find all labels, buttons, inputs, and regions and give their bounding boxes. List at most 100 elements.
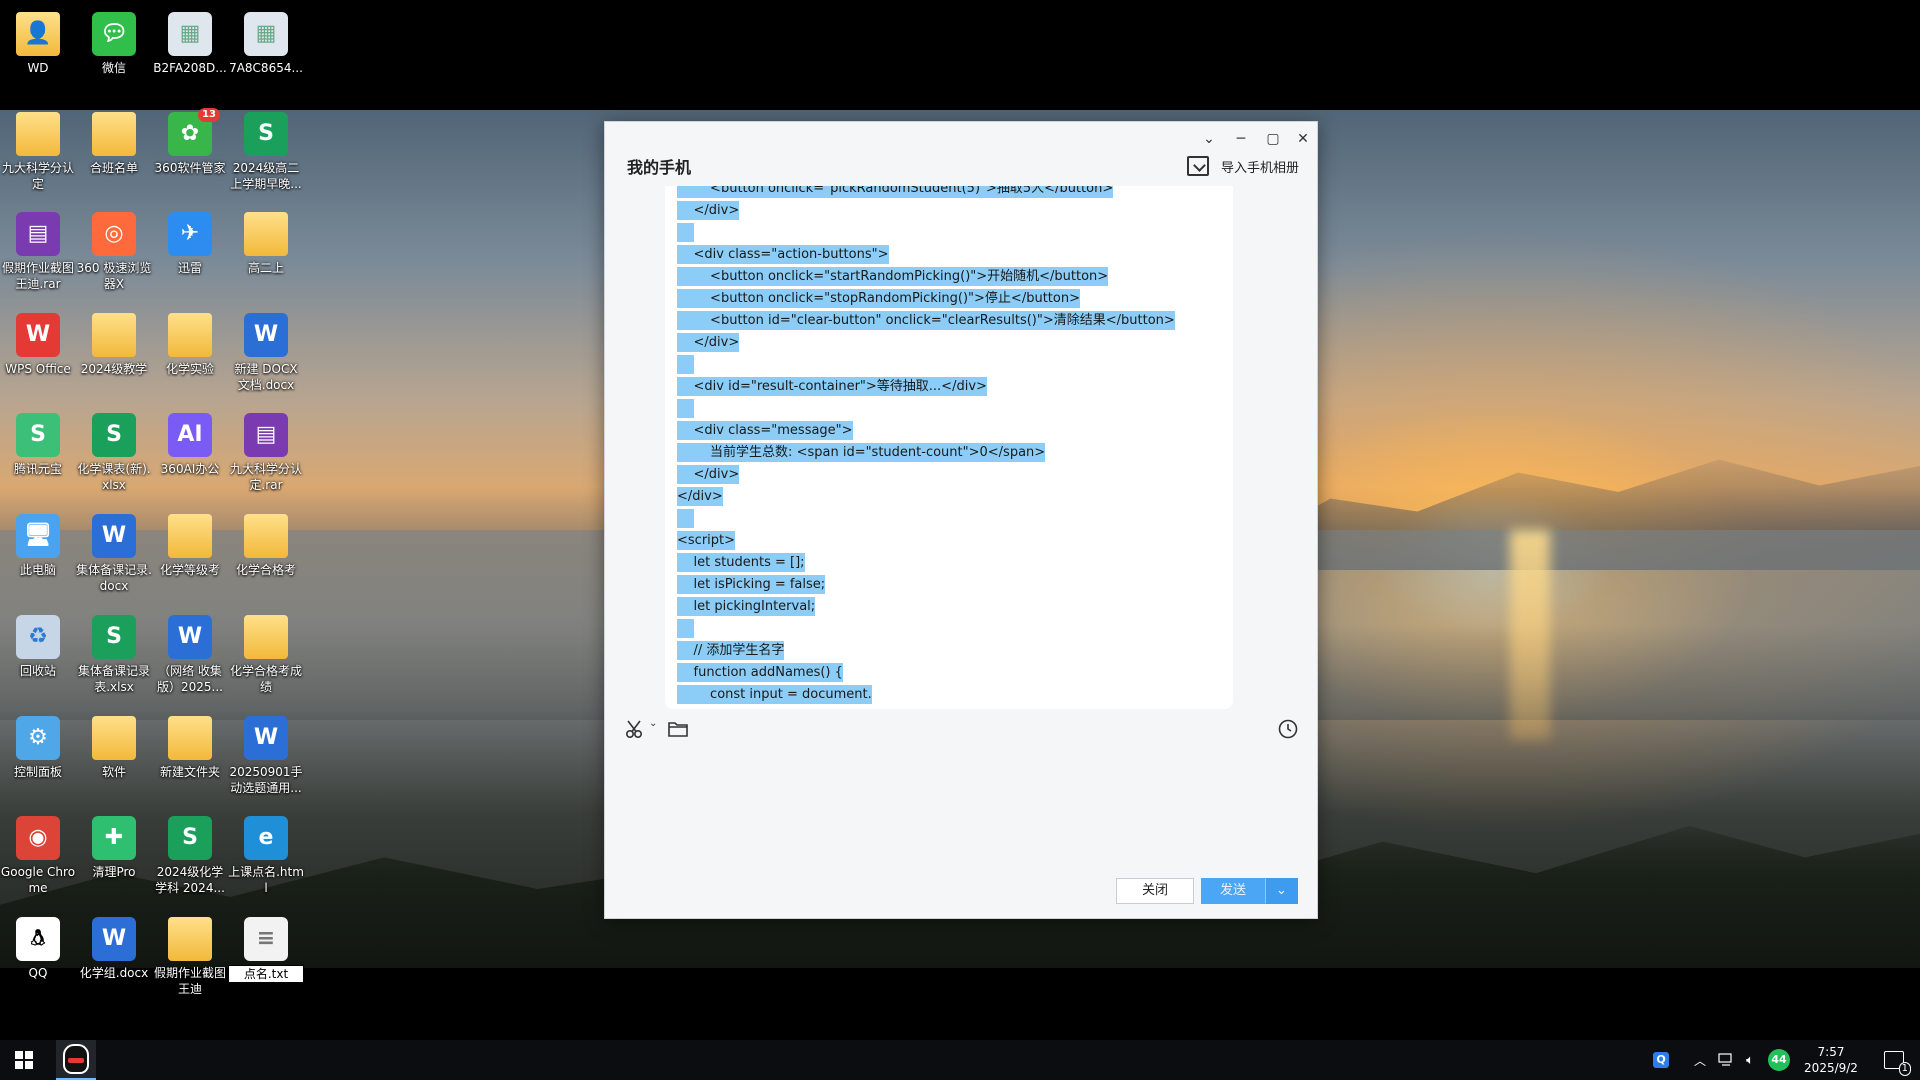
desktop-item-label: 2024级教学 [80, 362, 148, 376]
code-line: function addNames() { [677, 662, 1217, 684]
desktop-item[interactable]: 🖥︎ 此电脑 [0, 512, 76, 578]
tray-show-hidden-icon[interactable]: ︿ [1688, 1040, 1712, 1080]
desktop-item[interactable]: 假期作业截图王迪 [152, 915, 228, 997]
desktop-item[interactable]: ▦ 7A8C8654... [228, 10, 304, 76]
desktop-item[interactable]: W （网络 收集版）2025... [152, 613, 228, 695]
desktop-item[interactable]: W 化学组.docx [76, 915, 152, 981]
notification-center-icon[interactable]: 1 [1874, 1040, 1914, 1080]
code-line: let pickingInterval; [677, 596, 1217, 618]
selected-code-text [677, 619, 694, 638]
selected-code-text: let isPicking = false; [677, 575, 826, 594]
desktop-item-label: 上课点名.html [228, 865, 304, 895]
send-options-chevron-icon[interactable]: ⌄ [1265, 878, 1298, 904]
desktop-item[interactable]: ✿ 13 360软件管家 [152, 108, 228, 176]
desktop-item[interactable]: W 新建 DOCX 文档.docx [228, 311, 304, 393]
desktop-item[interactable]: S 2024级化学学科 2024... [152, 814, 228, 896]
chevron-down-icon[interactable]: ⌄ [1195, 128, 1223, 150]
folder-icon [168, 716, 212, 760]
desktop-item[interactable]: 高二上 [228, 210, 304, 276]
yuanbao-icon: S [16, 413, 60, 457]
desktop-item[interactable]: 九大科学分认定 [0, 110, 76, 192]
desktop-item[interactable]: W WPS Office [0, 311, 76, 377]
my-phone-dialog: ⌄ ─ ▢ ✕ 我的手机 导入手机相册 <button onclick="pic… [604, 121, 1318, 919]
start-button[interactable] [0, 1040, 48, 1080]
clock[interactable]: 7:57 2025/9/2 [1796, 1040, 1866, 1080]
dialog-titlebar[interactable]: ⌄ ─ ▢ ✕ 我的手机 导入手机相册 [605, 122, 1317, 186]
folder-icon[interactable] [667, 718, 689, 740]
maximize-icon[interactable]: ▢ [1259, 128, 1287, 150]
tray-qq-icon[interactable]: Q [1646, 1040, 1676, 1080]
selected-code-text: <div id="result-container">等待抽取...</div> [677, 377, 987, 396]
scissors-icon[interactable] [625, 718, 647, 740]
desktop-item-label: （网络 收集版）2025... [157, 664, 223, 694]
desktop-item[interactable]: 化学实验 [152, 311, 228, 377]
desktop-item[interactable]: S 化学课表(新).xlsx [76, 411, 152, 493]
desktop-item-label: 合班名单 [89, 161, 138, 175]
desktop-item[interactable]: ≡ 点名.txt [228, 915, 304, 983]
folder-icon [168, 917, 212, 961]
tray-app-badge-icon[interactable]: 44 [1764, 1040, 1794, 1080]
selected-code-text [677, 355, 694, 374]
selected-code-text: const input = document. [677, 685, 872, 704]
desktop-item[interactable]: W 集体备课记录.docx [76, 512, 152, 594]
desktop-item-label: 软件 [101, 765, 126, 779]
desktop-item[interactable]: ▦ B2FA208D... [152, 10, 228, 76]
input-toolbar: ⌄ [605, 710, 1317, 746]
desktop-item[interactable]: ⚙ 控制面板 [0, 714, 76, 780]
word-doc-icon: W [168, 615, 212, 659]
selected-code-text: </div> [677, 201, 740, 220]
desktop-item-label: 集体备课记录.docx [76, 563, 152, 593]
volume-icon[interactable]: 🔈︎ [1738, 1040, 1762, 1080]
word-doc-icon: W [244, 716, 288, 760]
desktop-item[interactable]: AI 360AI办公 [152, 411, 228, 477]
desktop-item[interactable]: 新建文件夹 [152, 714, 228, 780]
code-line [677, 618, 1217, 640]
desktop-item-label: QQ [28, 966, 48, 980]
spreadsheet-icon: S [92, 615, 136, 659]
desktop-item[interactable]: S 2024级高二上学期早晚... [228, 110, 304, 192]
send-button[interactable]: 发送 [1201, 878, 1265, 904]
screenshot-dropdown-chevron-icon[interactable]: ⌄ [649, 718, 657, 729]
desktop-item[interactable]: ♻ 回收站 [0, 613, 76, 679]
code-text[interactable]: <button onclick="pickRandomStudent(5)">抽… [677, 186, 1217, 706]
desktop-item-label: 集体备课记录表.xlsx [77, 664, 150, 694]
selected-code-text: 当前学生总数: <span id="student-count">0</span… [677, 443, 1046, 462]
desktop-item[interactable]: 🐧︎ QQ [0, 915, 76, 981]
rename-input[interactable]: 点名.txt [228, 965, 304, 983]
import-phone-album-button[interactable]: 导入手机相册 [1186, 154, 1299, 178]
desktop-item[interactable]: 2024级教学 [76, 311, 152, 377]
close-button[interactable]: 关闭 [1116, 878, 1194, 904]
desktop-item[interactable]: 化学合格考成绩 [228, 613, 304, 695]
minimize-icon[interactable]: ─ [1227, 128, 1255, 150]
desktop-item[interactable]: S 腾讯元宝 [0, 411, 76, 477]
desktop-item[interactable]: 软件 [76, 714, 152, 780]
selected-code-text [677, 509, 694, 528]
close-icon[interactable]: ✕ [1289, 128, 1317, 150]
selected-code-text: <div class="message"> [677, 421, 853, 440]
desktop-item[interactable]: ▤ 九大科学分认定.rar [228, 411, 304, 493]
desktop-item[interactable]: ✚ 清理Pro [76, 814, 152, 880]
taskbar-qq-app[interactable] [56, 1040, 96, 1080]
desktop-item[interactable]: W 20250901手动选题通用... [228, 714, 304, 796]
selected-code-text [677, 223, 694, 242]
desktop-item[interactable]: ◉ Google Chrome [0, 814, 76, 896]
desktop-item-label: 微信 [101, 61, 126, 75]
desktop-item[interactable]: 💬︎ 微信 [76, 10, 152, 76]
desktop-item[interactable]: S 集体备课记录表.xlsx [76, 613, 152, 695]
rar-archive-icon: ▤ [16, 212, 60, 256]
network-icon[interactable] [1714, 1040, 1738, 1080]
desktop-item[interactable]: 化学合格考 [228, 512, 304, 578]
desktop-item[interactable]: 👤 WD [0, 10, 76, 76]
desktop-item[interactable]: ◎ 360 极速浏览器X [76, 210, 152, 292]
desktop-item[interactable]: e 上课点名.html [228, 814, 304, 896]
user-folder-icon: 👤 [16, 12, 60, 56]
word-doc-icon: W [92, 514, 136, 558]
history-clock-icon[interactable] [1277, 718, 1299, 740]
desktop-item[interactable]: 合班名单 [76, 110, 152, 176]
desktop-item[interactable]: 化学等级考 [152, 512, 228, 578]
desktop-item[interactable]: ✈ 迅雷 [152, 210, 228, 276]
message-input-box[interactable] [605, 747, 1317, 867]
desktop-item[interactable]: ▤ 假期作业截图王迪.rar [0, 210, 76, 292]
message-bubble[interactable]: <button onclick="pickRandomStudent(5)">抽… [665, 186, 1233, 709]
desktop-item-label: 7A8C8654... [229, 61, 303, 75]
